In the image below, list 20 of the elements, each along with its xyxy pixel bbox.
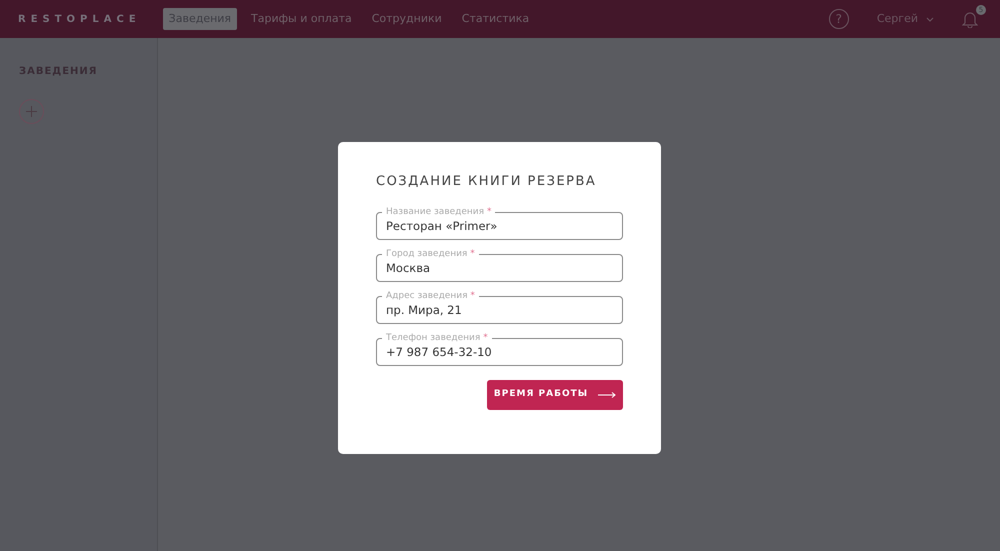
working-hours-button[interactable]: ВРЕМЯ РАБОТЫ	[487, 380, 623, 410]
bell-icon	[962, 10, 978, 28]
text-input[interactable]: пр. Мира, 21	[386, 302, 613, 319]
text-field[interactable]: Название заведения * Ресторан «Primer»	[376, 208, 623, 240]
arrow-right-icon	[598, 392, 616, 398]
logo[interactable]: RESTOPLACE	[18, 12, 141, 26]
text-field[interactable]: Адрес заведения * пр. Мира, 21	[376, 292, 623, 324]
text-input[interactable]: +7 987 654-32-10	[386, 344, 613, 361]
field-label: Телефон заведения *	[385, 334, 489, 342]
plus-icon	[26, 106, 37, 117]
field-label: Название заведения *	[385, 208, 492, 216]
field-label: Адрес заведения *	[385, 292, 476, 300]
text-input[interactable]: Москва	[386, 260, 613, 277]
text-field[interactable]: Телефон заведения * +7 987 654-32-10	[376, 334, 623, 366]
text-field[interactable]: Город заведения * Москва	[376, 250, 623, 282]
text-input[interactable]: Ресторан «Primer»	[386, 218, 613, 235]
chevron-down-icon	[926, 16, 934, 22]
field-label: Город заведения *	[385, 250, 476, 258]
modal-title: СОЗДАНИЕ КНИГИ РЕЗЕРВА	[376, 173, 598, 191]
add-button[interactable]	[19, 99, 44, 124]
